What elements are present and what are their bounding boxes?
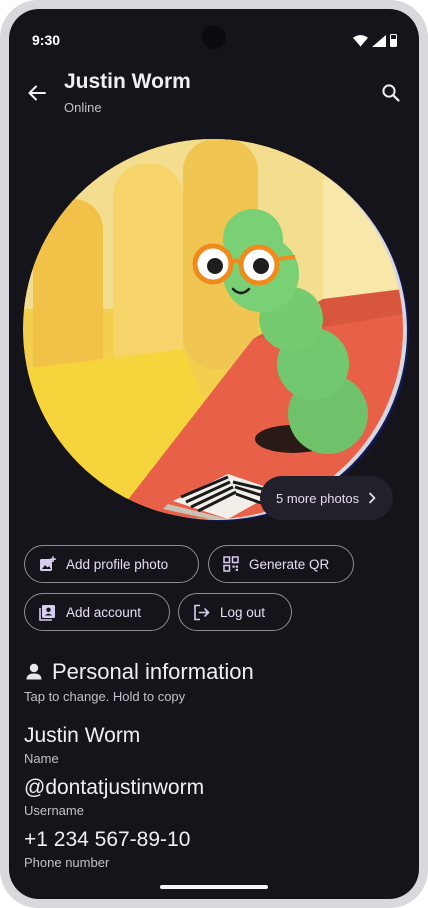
generate-qr-button[interactable]: Generate QR bbox=[208, 545, 354, 583]
phone-item[interactable]: +1 234 567-89-10 Phone number bbox=[24, 828, 190, 870]
page-title: Justin Worm bbox=[64, 70, 191, 93]
personal-info-title: Personal information bbox=[52, 659, 254, 684]
profile-photo[interactable] bbox=[23, 139, 403, 519]
username-value: @dontatjustinworm bbox=[24, 776, 205, 799]
wifi-icon bbox=[353, 35, 368, 47]
log-out-label: Log out bbox=[220, 604, 266, 620]
worm-illustration bbox=[23, 139, 403, 519]
name-value: Justin Worm bbox=[24, 724, 141, 747]
add-account-button[interactable]: Add account bbox=[24, 593, 170, 631]
search-button[interactable] bbox=[377, 79, 405, 107]
header-title-block: Justin Worm Online bbox=[64, 70, 191, 115]
person-icon bbox=[26, 663, 42, 680]
add-photo-icon bbox=[40, 556, 56, 571]
name-label: Name bbox=[24, 751, 59, 766]
generate-qr-label: Generate QR bbox=[249, 556, 330, 572]
more-photos-button[interactable]: 5 more photos bbox=[260, 476, 394, 520]
device-frame: 9:30 Justin Worm Online 5 more photos Ad… bbox=[0, 0, 428, 908]
battery-icon bbox=[390, 34, 397, 47]
add-profile-photo-label: Add profile photo bbox=[66, 556, 169, 572]
qr-code-icon bbox=[223, 556, 239, 572]
status-bar: 9:30 bbox=[9, 9, 419, 53]
username-label: Username bbox=[24, 803, 84, 818]
phone-value: +1 234 567-89-10 bbox=[24, 828, 191, 851]
logout-icon bbox=[194, 604, 210, 620]
chevron-right-icon bbox=[369, 492, 376, 504]
phone-label: Phone number bbox=[24, 855, 110, 870]
personal-info-hint: Tap to change. Hold to copy bbox=[24, 689, 186, 704]
camera-cutout bbox=[202, 25, 226, 49]
more-photos-label: 5 more photos bbox=[276, 490, 360, 506]
search-icon bbox=[382, 84, 400, 102]
screen: 9:30 Justin Worm Online 5 more photos Ad… bbox=[9, 9, 419, 899]
back-button[interactable] bbox=[23, 79, 51, 107]
online-status: Online bbox=[64, 100, 102, 115]
profile-photo-stack bbox=[23, 139, 409, 523]
add-profile-photo-button[interactable]: Add profile photo bbox=[24, 545, 199, 583]
username-item[interactable]: @dontatjustinworm Username bbox=[24, 776, 204, 818]
add-account-label: Add account bbox=[66, 604, 142, 620]
personal-info-header: Personal information bbox=[24, 659, 254, 685]
log-out-button[interactable]: Log out bbox=[178, 593, 292, 631]
status-icons bbox=[353, 34, 397, 47]
name-item[interactable]: Justin Worm Name bbox=[24, 724, 140, 766]
signal-icon bbox=[372, 35, 386, 47]
arrow-back-icon bbox=[28, 85, 46, 101]
home-indicator[interactable] bbox=[160, 885, 268, 889]
status-time: 9:30 bbox=[32, 32, 61, 48]
add-account-icon bbox=[39, 604, 55, 621]
